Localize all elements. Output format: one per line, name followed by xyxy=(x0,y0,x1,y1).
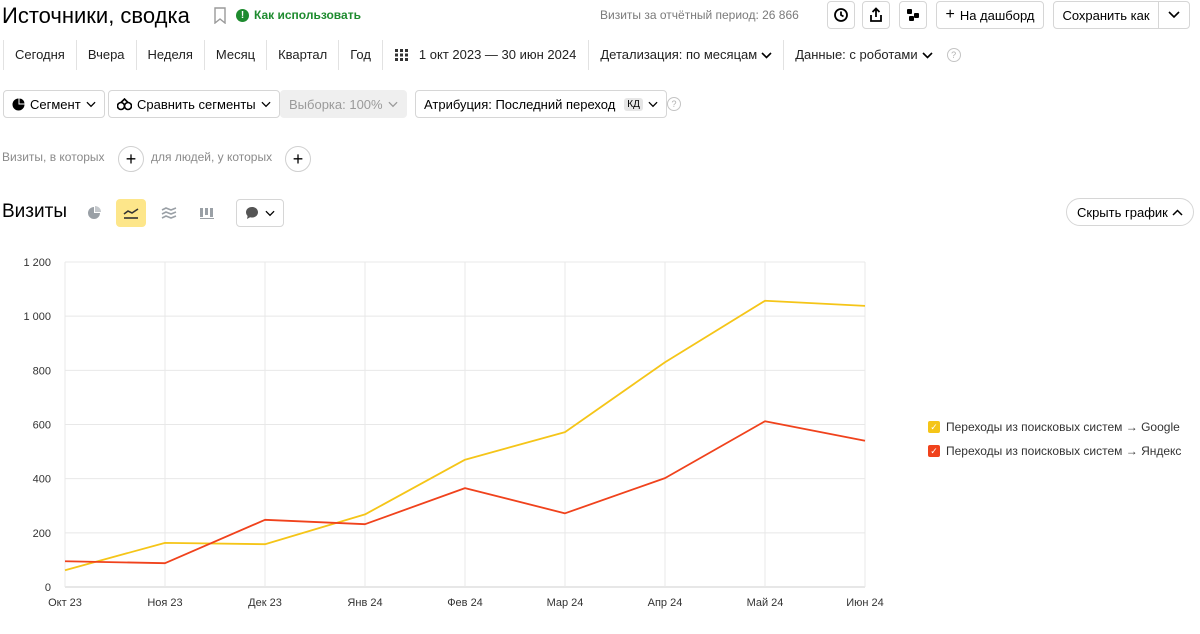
robots-dropdown[interactable]: Данные: с роботами ? xyxy=(783,40,971,70)
x-tick-label: Ноя 23 xyxy=(147,597,182,609)
x-tick-label: Май 24 xyxy=(747,597,784,609)
x-tick-label: Янв 24 xyxy=(347,597,382,609)
calendar-icon xyxy=(394,49,408,61)
y-tick-label: 1 200 xyxy=(23,257,51,269)
period-quarter[interactable]: Квартал xyxy=(266,40,338,70)
compare-icon xyxy=(117,97,132,110)
x-tick-label: Дек 23 xyxy=(248,597,282,609)
y-tick-label: 600 xyxy=(33,420,51,432)
visits-filter-label: Визиты, в которых xyxy=(2,150,105,164)
attribution-badge: КД xyxy=(624,97,643,111)
save-as-button[interactable]: Сохранить как xyxy=(1053,1,1159,29)
chart-legend: ✓ Переходы из поисковых систем → Google … xyxy=(928,415,1181,463)
area-chart-icon xyxy=(161,207,177,219)
plus-icon: + xyxy=(945,6,955,23)
help-question-icon[interactable]: ? xyxy=(946,48,961,62)
save-as-dropdown[interactable] xyxy=(1158,1,1190,29)
legend-item-yandex[interactable]: ✓ Переходы из поисковых систем → Яндекс xyxy=(928,439,1181,463)
chevron-down-icon xyxy=(648,101,658,107)
y-tick-label: 200 xyxy=(33,528,51,540)
period-toolbar: Сегодня Вчера Неделя Месяц Квартал Год 1… xyxy=(3,40,972,70)
pie-chart-icon xyxy=(88,206,101,219)
chevron-down-icon xyxy=(761,51,772,59)
bookmark-icon[interactable] xyxy=(213,7,227,24)
export-button[interactable] xyxy=(862,1,890,29)
y-tick-label: 0 xyxy=(45,582,51,594)
compare-segments-button[interactable]: Сравнить сегменты xyxy=(108,90,280,118)
widgets-button[interactable] xyxy=(899,1,927,29)
legend-item-google[interactable]: ✓ Переходы из поисковых систем → Google xyxy=(928,415,1181,439)
people-filter-label: для людей, у которых xyxy=(151,150,273,164)
legend-label-yandex: Переходы из поисковых систем → Яндекс xyxy=(946,444,1182,458)
sample-label: Выборка: 100% xyxy=(289,96,383,112)
sample-dropdown: Выборка: 100% xyxy=(280,90,407,118)
period-week[interactable]: Неделя xyxy=(135,40,204,70)
period-yesterday[interactable]: Вчера xyxy=(75,40,136,70)
help-link[interactable]: ! Как использовать xyxy=(236,8,361,22)
legend-swatch-yandex: ✓ xyxy=(928,445,940,457)
attribution-label: Атрибуция: Последний переход xyxy=(424,96,616,112)
period-today[interactable]: Сегодня xyxy=(3,40,76,70)
y-tick-label: 800 xyxy=(33,365,51,377)
date-range-picker[interactable]: 1 окт 2023 — 30 июн 2024 xyxy=(381,40,588,70)
detail-label: Детализация: по месяцам xyxy=(600,47,758,62)
x-tick-label: Фев 24 xyxy=(447,597,483,609)
bar-chart-icon xyxy=(200,208,214,219)
history-icon xyxy=(834,8,848,22)
plus-icon: + xyxy=(292,149,304,169)
bar-view-button[interactable] xyxy=(192,199,222,227)
chevron-down-icon xyxy=(1168,11,1180,19)
help-icon: ! xyxy=(236,8,249,22)
add-visit-filter-button[interactable]: + xyxy=(118,146,144,172)
add-dashboard-label: На дашборд xyxy=(959,7,1035,23)
widgets-icon xyxy=(907,9,919,21)
chevron-down-icon xyxy=(922,51,933,59)
add-to-dashboard-button[interactable]: + На дашборд xyxy=(936,1,1044,29)
period-month[interactable]: Месяц xyxy=(203,40,266,70)
y-tick-label: 1 000 xyxy=(23,311,51,323)
page-title: Источники, сводка xyxy=(2,3,190,28)
pie-view-button[interactable] xyxy=(79,199,109,227)
chevron-down-icon xyxy=(388,101,398,107)
help-link-label: Как использовать xyxy=(254,8,361,22)
robots-label: Данные: с роботами xyxy=(795,47,918,62)
legend-swatch-google: ✓ xyxy=(928,421,940,433)
segment-button[interactable]: Сегмент xyxy=(3,90,105,118)
x-tick-label: Июн 24 xyxy=(846,597,884,609)
attribution-help-icon[interactable]: ? xyxy=(667,97,681,111)
comment-icon xyxy=(246,207,258,219)
save-as-label: Сохранить как xyxy=(1062,7,1150,23)
pie-segment-icon xyxy=(12,98,25,110)
segment-label: Сегмент xyxy=(30,96,81,112)
export-icon xyxy=(870,7,882,22)
chevron-down-icon xyxy=(261,101,271,107)
compare-label: Сравнить сегменты xyxy=(137,96,256,112)
line-chart-icon xyxy=(123,208,139,219)
hide-chart-button[interactable]: Скрыть график xyxy=(1066,198,1194,226)
plus-icon: + xyxy=(125,149,137,169)
chart-section-title: Визиты xyxy=(2,201,67,222)
chevron-down-icon xyxy=(86,101,96,107)
hide-chart-label: Скрыть график xyxy=(1077,204,1168,220)
history-button[interactable] xyxy=(827,1,855,29)
x-tick-label: Мар 24 xyxy=(547,597,584,609)
attribution-dropdown[interactable]: Атрибуция: Последний переход КД xyxy=(415,90,667,118)
visits-line-chart: 0 200 400 600 800 1 000 1 200 Окт 23 Ноя 23 Дек 2… xyxy=(23,257,884,609)
y-tick-label: 400 xyxy=(33,474,51,486)
period-year[interactable]: Год xyxy=(338,40,382,70)
detail-dropdown[interactable]: Детализация: по месяцам xyxy=(588,40,783,70)
date-range-label: 1 окт 2023 — 30 июн 2024 xyxy=(418,47,577,62)
line-view-button[interactable] xyxy=(116,199,146,227)
add-people-filter-button[interactable]: + xyxy=(285,146,311,172)
x-tick-label: Апр 24 xyxy=(648,597,683,609)
chevron-up-icon xyxy=(1172,208,1183,216)
visits-summary: Визиты за отчётный период: 26 866 xyxy=(600,8,799,22)
annotations-dropdown[interactable] xyxy=(236,199,284,227)
legend-label-google: Переходы из поисковых систем → Google xyxy=(946,420,1180,434)
chevron-down-icon xyxy=(265,210,275,216)
area-view-button[interactable] xyxy=(154,199,184,227)
x-tick-label: Окт 23 xyxy=(48,597,82,609)
